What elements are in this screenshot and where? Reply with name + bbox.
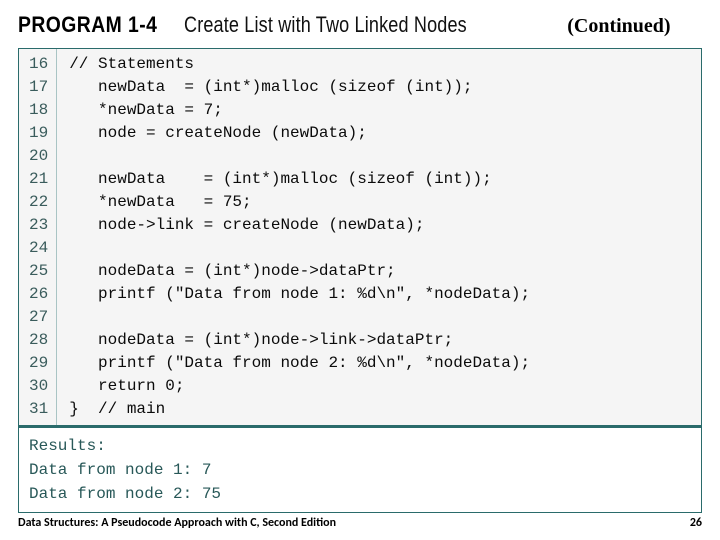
line-number: 18 [29, 99, 48, 122]
code-line: printf ("Data from node 2: %d\n", *nodeD… [69, 352, 530, 375]
line-number: 31 [29, 398, 48, 421]
line-number: 16 [29, 53, 48, 76]
code-line: nodeData = (int*)node->link->dataPtr; [69, 329, 530, 352]
slide-page: PROGRAM 1-4 Create List with Two Linked … [0, 0, 720, 540]
code-line: nodeData = (int*)node->dataPtr; [69, 260, 530, 283]
code-line: *newData = 7; [69, 99, 530, 122]
code-line: } // main [69, 398, 530, 421]
line-number: 26 [29, 283, 48, 306]
program-label: PROGRAM 1-4 [18, 12, 157, 38]
line-number: 29 [29, 352, 48, 375]
line-number: 27 [29, 306, 48, 329]
code-line [69, 145, 530, 168]
results-heading: Results: [29, 434, 691, 458]
continued-label: (Continued) [567, 15, 670, 38]
code-line [69, 237, 530, 260]
code-lines: // Statements newData = (int*)malloc (si… [57, 49, 540, 425]
code-line: printf ("Data from node 1: %d\n", *nodeD… [69, 283, 530, 306]
title-row: PROGRAM 1-4 Create List with Two Linked … [18, 12, 702, 38]
code-area: 16171819202122232425262728293031 // Stat… [19, 49, 701, 425]
code-line: return 0; [69, 375, 530, 398]
code-line: node->link = createNode (newData); [69, 214, 530, 237]
line-number: 25 [29, 260, 48, 283]
program-description: Create List with Two Linked Nodes [184, 12, 467, 38]
code-line: newData = (int*)malloc (sizeof (int)); [69, 76, 530, 99]
code-line: // Statements [69, 53, 530, 76]
line-number: 21 [29, 168, 48, 191]
line-number: 30 [29, 375, 48, 398]
footer-book-title: Data Structures: A Pseudocode Approach w… [18, 516, 336, 530]
line-number: 24 [29, 237, 48, 260]
line-number: 28 [29, 329, 48, 352]
code-line: *newData = 75; [69, 191, 530, 214]
results-output: Data from node 1: 7 Data from node 2: 75 [29, 458, 691, 506]
code-line [69, 306, 530, 329]
footer-page-number: 26 [690, 516, 702, 530]
line-number: 17 [29, 76, 48, 99]
line-number-gutter: 16171819202122232425262728293031 [19, 49, 57, 425]
results-box: Results: Data from node 1: 7 Data from n… [18, 425, 702, 513]
code-line: newData = (int*)malloc (sizeof (int)); [69, 168, 530, 191]
line-number: 20 [29, 145, 48, 168]
footer: Data Structures: A Pseudocode Approach w… [18, 516, 702, 530]
code-line: node = createNode (newData); [69, 122, 530, 145]
line-number: 23 [29, 214, 48, 237]
line-number: 19 [29, 122, 48, 145]
line-number: 22 [29, 191, 48, 214]
code-listing-box: 16171819202122232425262728293031 // Stat… [18, 48, 702, 426]
